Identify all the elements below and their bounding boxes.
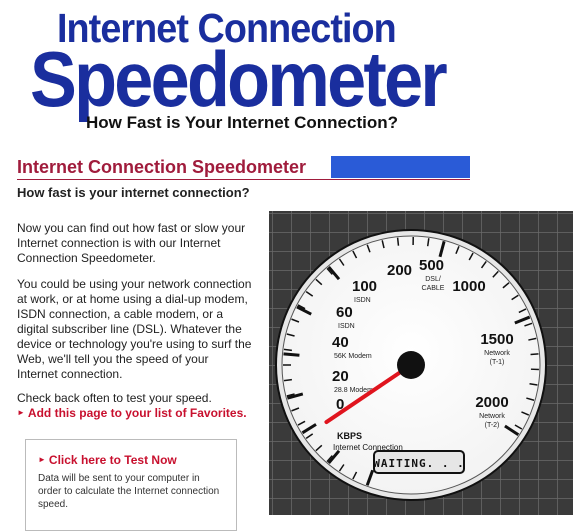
speedometer-svg: 02028.8 Modem4056K Modem60ISDN100ISDN200…: [269, 211, 573, 515]
logo-tagline: How Fast is Your Internet Connection?: [86, 114, 398, 131]
arrow-right-icon: ►: [38, 455, 46, 464]
test-note: Data will be sent to your computer in or…: [38, 472, 224, 511]
gauge-tick-sublabel: DSL/: [425, 276, 441, 283]
gauge-tick-sublabel: Network: [484, 350, 510, 357]
logo-line2: Speedometer: [30, 40, 445, 118]
page-title: Internet Connection Speedometer: [17, 157, 306, 179]
gauge-tick-value: 40: [332, 334, 349, 351]
check-back-text: Check back often to test your speed.: [17, 391, 252, 406]
heading-divider: [17, 179, 470, 180]
speedometer-gauge: 02028.8 Modem4056K Modem60ISDN100ISDN200…: [269, 211, 573, 515]
gauge-minor-tick: [531, 354, 539, 355]
gauge-units: KBPS: [337, 431, 362, 441]
gauge-minor-tick: [284, 349, 292, 350]
test-now-label: Click here to Test Now: [49, 453, 177, 467]
arrow-right-icon: ►: [17, 408, 25, 417]
gauge-tick-sublabel: (T-2): [485, 422, 500, 429]
gauge-tick-sublabel: CABLE: [422, 285, 445, 292]
gauge-minor-tick: [284, 380, 292, 381]
gauge-tick-sublabel: ISDN: [338, 323, 355, 330]
gauge-tick-value: 200: [387, 262, 412, 279]
gauge-tick-label: 200: [387, 262, 412, 279]
gauge-tick-sublabel: (T-1): [490, 359, 505, 366]
gauge-minor-tick: [398, 238, 399, 246]
gauge-tick-value: 500: [419, 257, 444, 274]
test-now-box: ►Click here to Test Now Data will be sen…: [25, 439, 237, 531]
gauge-tick-value: 1000: [452, 278, 485, 295]
gauge-tick-value: 60: [336, 304, 353, 321]
test-now-link[interactable]: ►Click here to Test Now: [38, 453, 177, 467]
gauge-tick-sublabel: 56K Modem: [334, 353, 372, 360]
page-subtitle: How fast is your internet connection?: [17, 185, 250, 200]
gauge-tick-sublabel: Network: [479, 413, 505, 420]
intro-paragraph: Now you can find out how fast or slow yo…: [17, 221, 252, 266]
gauge-tick-value: 20: [332, 368, 349, 385]
gauge-major-tick: [283, 354, 299, 355]
status-text: WAITING. . .: [373, 457, 464, 470]
gauge-tick-value: 100: [352, 278, 377, 295]
add-favorites-label: Add this page to your list of Favorites.: [28, 406, 247, 420]
description-paragraph: You could be using your network connecti…: [17, 277, 252, 382]
gauge-tick-sublabel: ISDN: [354, 297, 371, 304]
gauge-tick-value: 1500: [480, 331, 513, 348]
gauge-tick-label: 1000: [452, 278, 485, 295]
gauge-tick-label: 60 ISDN: [336, 304, 355, 330]
gauge-tick-value: 2000: [475, 394, 508, 411]
heading-accent-bar: [331, 156, 470, 178]
needle-hub: [397, 351, 425, 379]
site-logo: Internet Connection Speedometer How Fast…: [0, 0, 574, 145]
add-favorites-link[interactable]: ►Add this page to your list of Favorites…: [17, 406, 247, 420]
